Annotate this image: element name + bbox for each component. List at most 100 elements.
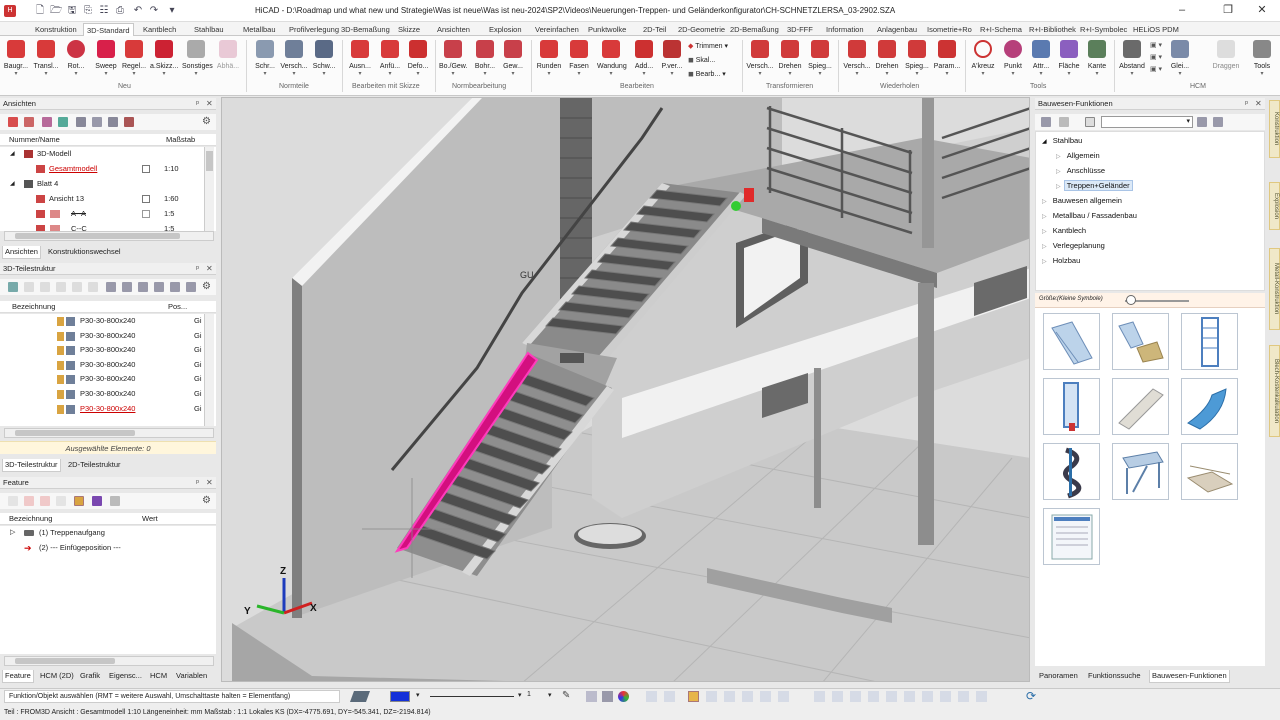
wiederholen-spiegeln-button[interactable]: Spieg... ▾ [903, 38, 931, 78]
col-pos[interactable]: Pos... [168, 301, 187, 313]
expand-icon[interactable]: ▷ [1056, 184, 1061, 190]
expand-icon[interactable]: ▷ [1042, 229, 1047, 235]
save-icon[interactable]: 🖫 [66, 5, 78, 17]
sweep-button[interactable]: Sweep ▾ [92, 38, 120, 78]
redo-icon[interactable]: ↷ [148, 5, 160, 17]
table-row[interactable]: P30-30-800x240 Gi [0, 314, 204, 329]
gewinde-button[interactable]: Gew... ▾ [499, 38, 527, 78]
scroll-thumb[interactable] [15, 658, 115, 664]
col-nummer-name[interactable]: Nummer/Name [9, 134, 60, 146]
insert-point-handle[interactable] [731, 201, 741, 211]
concrete-stair-thumbnail[interactable] [1112, 378, 1169, 435]
configurator-thumbnail[interactable] [1043, 508, 1100, 565]
verschraubung-button[interactable]: Versch... ▾ [280, 38, 308, 78]
abstand-button[interactable]: Abstand ▾ [1118, 38, 1146, 78]
feature-arrow-icon[interactable] [56, 496, 66, 506]
pin-icon[interactable]: ᵖ [196, 98, 199, 110]
function-search-dropdown[interactable]: ▾ [1101, 116, 1193, 128]
snap-icon-14[interactable] [850, 691, 861, 702]
color-picker[interactable] [390, 691, 410, 702]
deformieren-button[interactable]: Defo... ▾ [404, 38, 432, 78]
achsenkreuz-button[interactable]: A'kreuz ▾ [969, 38, 997, 78]
expand-icon[interactable]: ▷ [10, 526, 15, 541]
open-file-icon[interactable]: 🗁 [50, 5, 62, 17]
vertical-scrollbar[interactable] [204, 147, 214, 231]
expand-icon[interactable]: ▷ [1056, 154, 1061, 160]
expand-icon[interactable]: ▷ [1042, 244, 1047, 250]
tab-eigenschaften[interactable]: Eigensc... [107, 670, 144, 682]
tree-item-allgemein[interactable]: ▷ Allgemein [1056, 151, 1100, 160]
panel-close-icon[interactable]: ✕ [206, 98, 213, 110]
pen-settings-icon[interactable]: ✎ [562, 690, 570, 701]
horizontal-scrollbar[interactable] [4, 656, 214, 666]
baugruppe-button[interactable]: Baugr... ▾ [2, 38, 30, 78]
railing-thumbnail[interactable] [1181, 443, 1238, 500]
tree-sort-icon[interactable] [138, 282, 148, 292]
snap-icon-8[interactable] [724, 691, 735, 702]
tab-grafik[interactable]: Grafik [78, 670, 102, 682]
wiederholen-drehen-button[interactable]: Drehen ▾ [873, 38, 901, 78]
refresh-icon[interactable]: ⟳ [1026, 689, 1036, 703]
properties-icon[interactable]: ☷ [98, 5, 110, 17]
snap-icon-4[interactable] [646, 691, 657, 702]
view-tree-icon[interactable] [92, 117, 102, 127]
addieren-button[interactable]: Add... ▾ [630, 38, 658, 78]
settings-gear-icon[interactable]: ⚙ [202, 117, 212, 127]
layer-icon[interactable] [349, 691, 371, 702]
col-bezeichnung[interactable]: Bezeichnung [12, 301, 55, 313]
wiederholen-verschieben-button[interactable]: Versch... ▾ [843, 38, 871, 78]
undo-icon[interactable]: ↶ [132, 5, 144, 17]
tab-2d-geometrie[interactable]: 2D-Geometrie [675, 23, 728, 36]
snap-icon-7[interactable] [706, 691, 717, 702]
skizze-button[interactable]: a.Skizz... ▾ [150, 38, 178, 78]
spiral-stair-thumbnail[interactable] [1043, 443, 1100, 500]
panel-close-icon[interactable]: ✕ [206, 477, 213, 489]
hcm-tool-3-icon[interactable]: ▣ ▾ [1150, 64, 1162, 76]
sort-desc-icon[interactable] [1213, 117, 1223, 127]
search-icon[interactable] [1085, 117, 1095, 127]
collapse-icon[interactable]: ◢ [10, 147, 15, 162]
table-row[interactable]: P30-30-800x240 Gi [0, 358, 204, 373]
col-massstab[interactable]: Maßstab [166, 134, 195, 146]
horizontal-scrollbar[interactable] [4, 231, 214, 241]
bearbeiten-button[interactable]: ◼ Bearb... ▾ [688, 68, 728, 82]
insert-marker[interactable] [744, 188, 754, 202]
expand-icon[interactable]: ▷ [1042, 199, 1047, 205]
drehen-button[interactable]: Drehen ▾ [776, 38, 804, 78]
settings-gear-icon[interactable]: ⚙ [202, 496, 212, 506]
tree-item-kantblech[interactable]: ▷ Kantblech [1042, 226, 1086, 235]
wandung-button[interactable]: Wandung ▾ [597, 38, 627, 78]
feature-item[interactable]: ➔ (2) --- Einfügeposition --- [0, 541, 214, 556]
tab-hcm[interactable]: HCM [148, 670, 169, 682]
tab-ansichten[interactable]: Ansichten [434, 23, 473, 36]
snap-icon-5[interactable] [664, 691, 675, 702]
snap-icon-active[interactable] [688, 691, 699, 702]
snap-icon-11[interactable] [778, 691, 789, 702]
col-wert[interactable]: Wert [142, 513, 158, 525]
pin-icon[interactable]: ᵖ [1245, 98, 1248, 110]
snap-icon-16[interactable] [886, 691, 897, 702]
tab-3d-bemassung[interactable]: 3D-Bemaßung [338, 23, 393, 36]
tree-expand-icon[interactable] [106, 282, 116, 292]
line-width-dropdown-icon[interactable]: ▾ [548, 691, 552, 699]
filter-icon[interactable] [24, 282, 34, 292]
new-file-icon[interactable]: 🗋 [34, 5, 46, 17]
tab-3d-standard[interactable]: 3D-Standard [83, 23, 134, 36]
hcm-tool-2-icon[interactable]: ▣ ▾ [1150, 52, 1162, 64]
tab-isometrie[interactable]: Isometrie+Ro [924, 23, 975, 36]
tab-explosion[interactable]: Explosion [486, 23, 525, 36]
part-filter-icon[interactable] [40, 282, 50, 292]
table-row[interactable]: P30-30-800x240 Gi [0, 402, 204, 417]
snap-icon-10[interactable] [760, 691, 771, 702]
tab-2d-teil[interactable]: 2D-Teil [640, 23, 669, 36]
snap-icon-17[interactable] [904, 691, 915, 702]
tab-bauwesen-funktionen[interactable]: Bauwesen-Funktionen [1149, 670, 1230, 683]
view-layout-icon[interactable] [108, 117, 118, 127]
snap-icon-15[interactable] [868, 691, 879, 702]
minimize-button[interactable]: – [1168, 2, 1196, 18]
tab-information[interactable]: Information [823, 23, 867, 36]
flaeche-button[interactable]: Fläche ▾ [1055, 38, 1083, 78]
trimmen-button[interactable]: ◆ Trimmen ▾ [688, 40, 728, 54]
list-item[interactable]: A--A 1:5 [0, 207, 204, 222]
model-view[interactable]: Z X Y GU [222, 98, 1030, 682]
